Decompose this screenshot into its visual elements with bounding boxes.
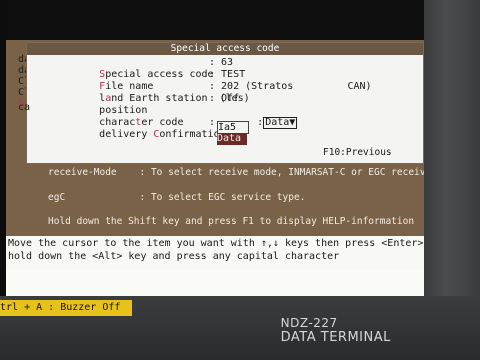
- field-special-access-code[interactable]: Special access code: [51, 57, 213, 80]
- model-label: NDZ-227: [280, 316, 338, 330]
- status-bar: Move the cursor to the item you want wit…: [6, 236, 430, 270]
- terminal-brand: NDZ-227 DATA TERMINAL: [272, 302, 391, 345]
- f10-previous-hint: F10:Previous: [323, 147, 392, 158]
- dropdown-option-data[interactable]: Data: [217, 133, 247, 145]
- dialog-title: Special access code: [27, 43, 423, 55]
- character-code-value[interactable]: : Data▼: [209, 105, 298, 129]
- field-file-name[interactable]: File name: [51, 69, 153, 92]
- field-position[interactable]: position: [51, 93, 147, 116]
- terminal-screen: da da Cl Cl Sp Special access code Speci…: [6, 40, 430, 302]
- special-access-code-value: : 63: [209, 57, 234, 68]
- special-access-code-dialog: Special access code Special access code …: [26, 42, 424, 164]
- status-line-1: Move the cursor to the item you want wit…: [8, 238, 430, 249]
- menu-stub-ca: ca: [18, 102, 31, 113]
- character-code-select[interactable]: Data▼: [263, 117, 298, 129]
- monitor-bezel-top: [0, 0, 480, 40]
- position-value: : Off: [209, 93, 240, 104]
- file-name-value: : TEST: [209, 69, 246, 80]
- buzzer-off-label: trl + A : Buzzer Off: [0, 300, 132, 316]
- help-receive-mode: receive-Mode : To select receive mode, I…: [48, 167, 430, 178]
- delivery-confirmation-value: :: [209, 117, 216, 128]
- field-delivery-confirmation[interactable]: delivery Confirmation: [51, 117, 225, 140]
- main-menu-panel: da da Cl Cl Sp Special access code Speci…: [6, 40, 430, 236]
- help-egc: egC : To select EGC service type.: [48, 192, 306, 203]
- chevron-down-icon: ▼: [289, 117, 296, 128]
- terminal-label: DATA TERMINAL: [280, 330, 391, 345]
- field-character-code[interactable]: character code: [51, 105, 183, 128]
- status-line-2: hold down the <Alt> key and press any ca…: [8, 251, 340, 262]
- land-earth-station-value: : 202 (Stratos CAN): [209, 81, 372, 92]
- help-shift-f1: Hold down the Shift key and press F1 to …: [48, 216, 415, 227]
